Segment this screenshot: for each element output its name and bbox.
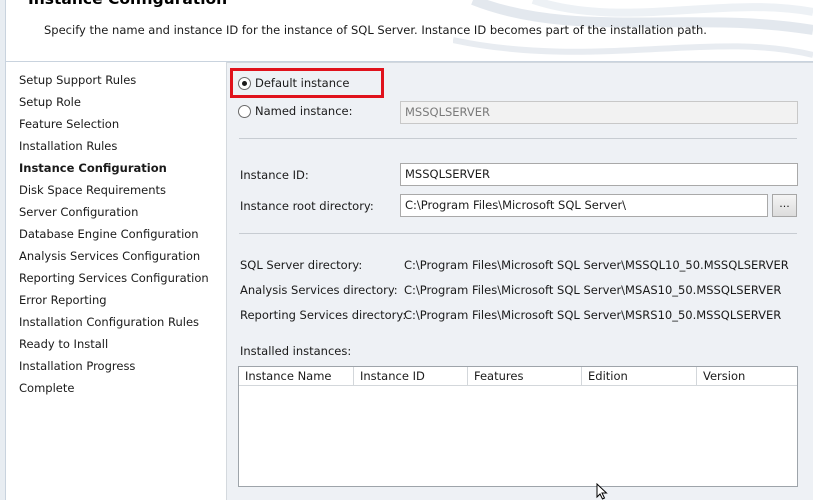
nav-item-disk-space-requirements[interactable]: Disk Space Requirements bbox=[19, 183, 166, 197]
mouse-pointer-icon bbox=[596, 483, 608, 500]
separator bbox=[239, 233, 797, 234]
column-header-features[interactable]: Features bbox=[468, 367, 582, 386]
nav-item-analysis-services-configuration[interactable]: Analysis Services Configuration bbox=[19, 249, 200, 263]
nav-item-reporting-services-configuration[interactable]: Reporting Services Configuration bbox=[19, 271, 209, 285]
instance-config-panel: Default instance Named instance: MSSQLSE… bbox=[227, 62, 813, 500]
instance-id-input[interactable]: MSSQLSERVER bbox=[400, 163, 798, 186]
sql-server-directory-label: SQL Server directory: bbox=[240, 258, 363, 272]
analysis-services-directory-label: Analysis Services directory: bbox=[240, 283, 398, 297]
nav-item-instance-configuration[interactable]: Instance Configuration bbox=[19, 161, 167, 175]
default-instance-label[interactable]: Default instance bbox=[255, 76, 349, 90]
nav-item-ready-to-install[interactable]: Ready to Install bbox=[19, 337, 108, 351]
browse-button[interactable]: ... bbox=[772, 194, 797, 217]
page-description: Specify the name and instance ID for the… bbox=[44, 23, 707, 37]
named-instance-label[interactable]: Named instance: bbox=[255, 104, 352, 118]
page-title: Instance Configuration bbox=[28, 0, 227, 8]
column-header-instance-id[interactable]: Instance ID bbox=[354, 367, 468, 386]
sql-server-directory-value: C:\Program Files\Microsoft SQL Server\MS… bbox=[404, 258, 789, 272]
nav-item-setup-support-rules[interactable]: Setup Support Rules bbox=[19, 73, 136, 87]
nav-item-error-reporting[interactable]: Error Reporting bbox=[19, 293, 107, 307]
column-header-edition[interactable]: Edition bbox=[582, 367, 697, 386]
root-directory-input[interactable]: C:\Program Files\Microsoft SQL Server\ bbox=[400, 194, 768, 217]
default-instance-radio[interactable] bbox=[238, 77, 251, 90]
installed-instances-table[interactable]: Instance Name Instance ID Features Editi… bbox=[238, 366, 798, 487]
nav-item-complete[interactable]: Complete bbox=[19, 381, 74, 395]
column-header-version[interactable]: Version bbox=[697, 367, 797, 386]
wizard-steps-nav: Setup Support Rules Setup Role Feature S… bbox=[6, 62, 227, 500]
separator bbox=[239, 138, 797, 139]
nav-item-installation-progress[interactable]: Installation Progress bbox=[19, 359, 135, 373]
reporting-services-directory-value: C:\Program Files\Microsoft SQL Server\MS… bbox=[404, 308, 782, 322]
column-header-instance-name[interactable]: Instance Name bbox=[239, 367, 354, 386]
named-instance-radio[interactable] bbox=[238, 105, 251, 118]
instance-id-label: Instance ID: bbox=[240, 168, 309, 182]
nav-item-setup-role[interactable]: Setup Role bbox=[19, 95, 81, 109]
reporting-services-directory-label: Reporting Services directory: bbox=[240, 308, 407, 322]
nav-item-feature-selection[interactable]: Feature Selection bbox=[19, 117, 119, 131]
nav-item-installation-configuration-rules[interactable]: Installation Configuration Rules bbox=[19, 315, 199, 329]
nav-item-database-engine-configuration[interactable]: Database Engine Configuration bbox=[19, 227, 199, 241]
table-header: Instance Name Instance ID Features Editi… bbox=[239, 367, 797, 386]
analysis-services-directory-value: C:\Program Files\Microsoft SQL Server\MS… bbox=[404, 283, 782, 297]
named-instance-input[interactable]: MSSQLSERVER bbox=[400, 101, 798, 124]
root-directory-label: Instance root directory: bbox=[240, 199, 374, 213]
installed-instances-label: Installed instances: bbox=[240, 344, 352, 358]
nav-item-installation-rules[interactable]: Installation Rules bbox=[19, 139, 117, 153]
page-header: Instance Configuration Specify the name … bbox=[0, 0, 813, 62]
nav-item-server-configuration[interactable]: Server Configuration bbox=[19, 205, 138, 219]
